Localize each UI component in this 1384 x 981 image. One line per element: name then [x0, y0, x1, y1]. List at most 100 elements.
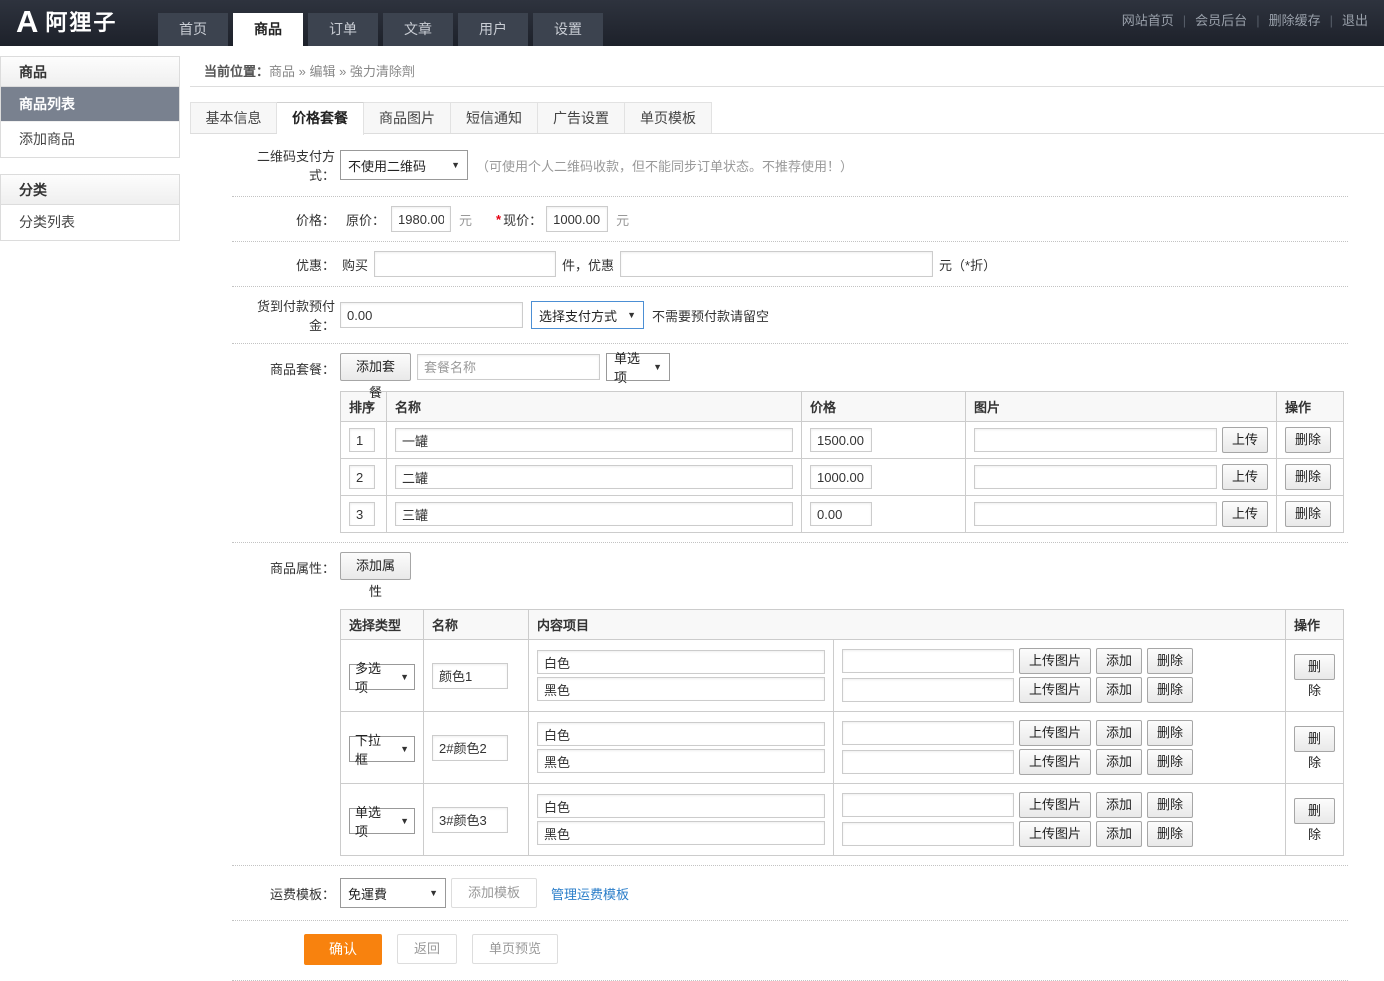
upload-image-button[interactable]: 上传图片	[1019, 821, 1091, 847]
original-price-label: 原价：	[346, 210, 385, 229]
delete-package-button[interactable]: 删除	[1285, 464, 1331, 490]
package-image-input[interactable]	[974, 428, 1217, 452]
delete-item-button[interactable]: 删除	[1147, 648, 1193, 674]
col-attr-actions: 操作	[1286, 610, 1344, 640]
upload-image-button[interactable]: 上传图片	[1019, 792, 1091, 818]
attribute-item-image-input[interactable]	[842, 750, 1014, 774]
delete-package-button[interactable]: 删除	[1285, 427, 1331, 453]
link-member-backend[interactable]: 会员后台	[1195, 13, 1247, 28]
package-sort-input[interactable]	[349, 428, 375, 452]
add-item-button[interactable]: 添加	[1096, 648, 1142, 674]
sidebar: 商品 商品列表 添加商品 分类 分类列表	[0, 56, 180, 981]
nav-item-orders[interactable]: 订单	[308, 13, 378, 46]
delete-item-button[interactable]: 删除	[1147, 677, 1193, 703]
delete-attribute-button[interactable]: 删除	[1294, 798, 1335, 824]
upload-image-button[interactable]: 上传图片	[1019, 720, 1091, 746]
add-item-button[interactable]: 添加	[1096, 821, 1142, 847]
back-button[interactable]: 返回	[397, 934, 457, 964]
add-item-button[interactable]: 添加	[1096, 749, 1142, 775]
qrcode-payment-select[interactable]: 不使用二维码 ▼	[340, 150, 468, 180]
discount-quantity-input[interactable]	[374, 251, 556, 277]
attribute-item-image-input[interactable]	[842, 793, 1014, 817]
attribute-name-input[interactable]	[432, 663, 508, 689]
package-sort-input[interactable]	[349, 465, 375, 489]
upload-image-button[interactable]: 上传图片	[1019, 648, 1091, 674]
attribute-name-input[interactable]	[432, 807, 508, 833]
shipping-template-select[interactable]: 免運費 ▼	[340, 878, 446, 908]
tab-product-images[interactable]: 商品图片	[364, 102, 451, 133]
upload-image-button[interactable]: 上传图片	[1019, 677, 1091, 703]
sidebar-item-product-list[interactable]: 商品列表	[1, 87, 179, 122]
confirm-button[interactable]: 确认	[304, 934, 382, 965]
payment-method-select[interactable]: 选择支付方式 ▼	[531, 301, 644, 329]
single-page-preview-button[interactable]: 单页预览	[472, 934, 558, 964]
nav-item-settings[interactable]: 设置	[533, 13, 603, 46]
attribute-type-select[interactable]: 下拉框▼	[349, 736, 415, 762]
upload-button[interactable]: 上传	[1222, 464, 1268, 490]
link-logout[interactable]: 退出	[1342, 13, 1368, 28]
package-type-select-value: 单选项	[614, 348, 645, 386]
delete-package-button[interactable]: 删除	[1285, 501, 1331, 527]
nav-item-products[interactable]: 商品	[233, 13, 303, 46]
link-separator: |	[1330, 13, 1333, 28]
add-attribute-button[interactable]: 添加属性	[340, 552, 411, 580]
attribute-item-image-input[interactable]	[842, 678, 1014, 702]
delete-attribute-button[interactable]: 删除	[1294, 726, 1335, 752]
prepay-amount-input[interactable]	[340, 302, 523, 328]
tab-single-page-template[interactable]: 单页模板	[625, 102, 712, 133]
attribute-name-input[interactable]	[432, 735, 508, 761]
package-type-select[interactable]: 单选项 ▼	[606, 353, 670, 381]
delete-attribute-button[interactable]: 删除	[1294, 654, 1335, 680]
package-name-cell-input[interactable]	[395, 502, 793, 526]
original-price-input[interactable]	[391, 206, 451, 232]
package-price-input[interactable]	[810, 465, 872, 489]
attribute-item-input[interactable]	[537, 677, 825, 701]
package-image-input[interactable]	[974, 502, 1217, 526]
upload-image-button[interactable]: 上传图片	[1019, 749, 1091, 775]
attribute-type-select[interactable]: 多选项▼	[349, 664, 415, 690]
upload-button[interactable]: 上传	[1222, 427, 1268, 453]
nav-item-home[interactable]: 首页	[158, 13, 228, 46]
sidebar-item-category-list[interactable]: 分类列表	[1, 205, 179, 240]
attribute-item-image-input[interactable]	[842, 822, 1014, 846]
delete-item-button[interactable]: 删除	[1147, 792, 1193, 818]
add-template-button[interactable]: 添加模板	[451, 878, 537, 908]
add-item-button[interactable]: 添加	[1096, 677, 1142, 703]
attribute-item-input[interactable]	[537, 722, 825, 746]
prepay-label: 货到付款预付金：	[232, 296, 335, 334]
package-name-cell-input[interactable]	[395, 428, 793, 452]
delete-item-button[interactable]: 删除	[1147, 749, 1193, 775]
nav-item-users[interactable]: 用户	[458, 13, 528, 46]
attribute-item-input[interactable]	[537, 650, 825, 674]
upload-button[interactable]: 上传	[1222, 501, 1268, 527]
package-price-input[interactable]	[810, 428, 872, 452]
delete-item-button[interactable]: 删除	[1147, 821, 1193, 847]
attribute-type-value: 单选项	[355, 802, 392, 840]
delete-item-button[interactable]: 删除	[1147, 720, 1193, 746]
package-name-input[interactable]	[417, 354, 600, 380]
link-site-home[interactable]: 网站首页	[1122, 13, 1174, 28]
attribute-item-image-input[interactable]	[842, 649, 1014, 673]
package-sort-input[interactable]	[349, 502, 375, 526]
tab-basic-info[interactable]: 基本信息	[190, 102, 277, 133]
tab-price-packages[interactable]: 价格套餐	[277, 102, 364, 135]
package-image-input[interactable]	[974, 465, 1217, 489]
add-package-button[interactable]: 添加套餐	[340, 353, 411, 381]
package-name-cell-input[interactable]	[395, 465, 793, 489]
attribute-item-image-input[interactable]	[842, 721, 1014, 745]
discount-amount-input[interactable]	[620, 251, 933, 277]
attribute-item-input[interactable]	[537, 794, 825, 818]
link-clear-cache[interactable]: 删除缓存	[1269, 13, 1321, 28]
add-item-button[interactable]: 添加	[1096, 792, 1142, 818]
nav-item-articles[interactable]: 文章	[383, 13, 453, 46]
tab-ad-settings[interactable]: 广告设置	[538, 102, 625, 133]
sidebar-item-add-product[interactable]: 添加商品	[1, 122, 179, 157]
add-item-button[interactable]: 添加	[1096, 720, 1142, 746]
attribute-item-input[interactable]	[537, 821, 825, 845]
tab-sms-notify[interactable]: 短信通知	[451, 102, 538, 133]
attribute-type-select[interactable]: 单选项▼	[349, 808, 415, 834]
package-price-input[interactable]	[810, 502, 872, 526]
manage-shipping-templates-link[interactable]: 管理运费模板	[551, 884, 629, 903]
attribute-item-input[interactable]	[537, 749, 825, 773]
current-price-input[interactable]	[546, 206, 608, 232]
